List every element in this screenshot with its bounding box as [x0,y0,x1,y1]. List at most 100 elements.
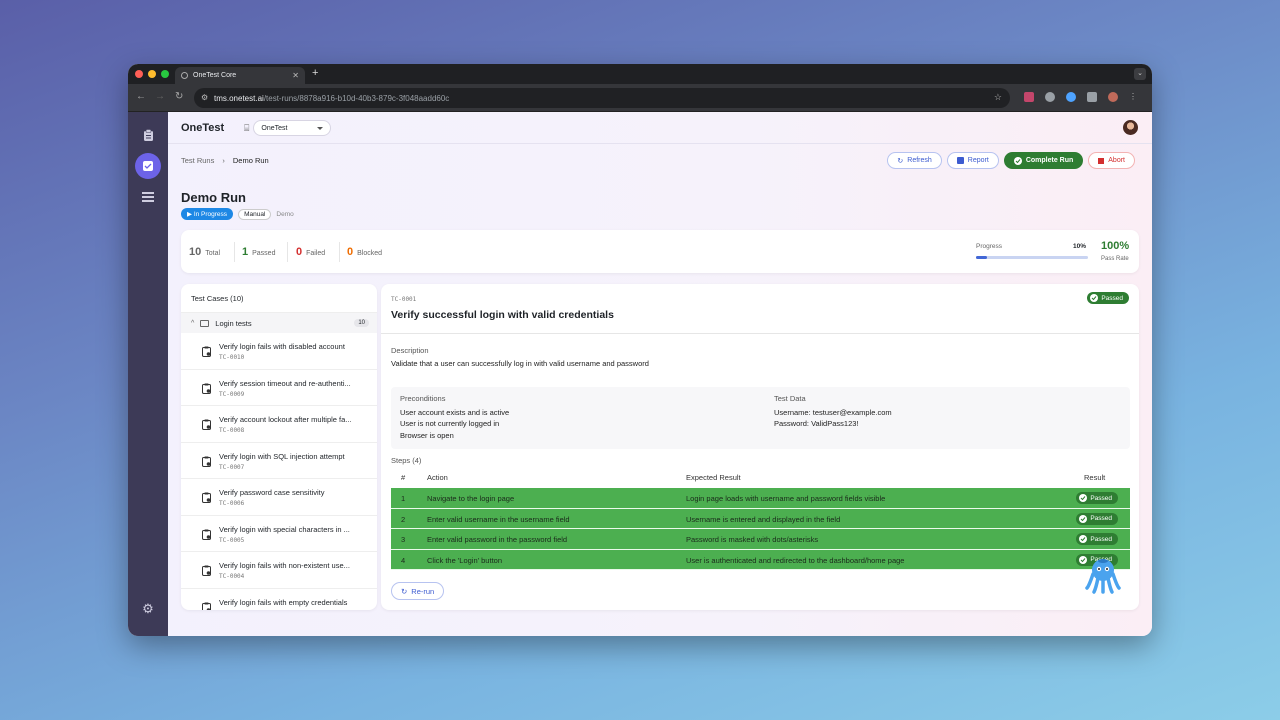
preconditions-label: Preconditions [400,394,446,403]
test-case-item-id: TC-0008 [219,427,245,434]
refresh-icon: ↻ [897,157,904,165]
test-case-list-item[interactable]: Verify login with special characters in … [181,516,377,552]
address-bar-row: ← → ↻ ⚙ tms.onetest.ai/test-runs/8878a91… [128,84,1152,112]
test-case-item-id: TC-0007 [219,463,245,471]
chevron-right-icon: › [222,156,225,165]
folder-icon [200,319,210,327]
chart-icon [956,157,964,164]
step-num: 3 [401,535,406,544]
col-expected: Expected Result [686,473,741,482]
clipboard-icon[interactable] [135,122,161,148]
report-button[interactable]: Report [946,152,999,169]
step-result-badge[interactable]: Passed [1076,512,1118,525]
extension-icon[interactable] [1024,92,1034,102]
steps-table: # Action Expected Result Result 1 Navigat… [391,470,1130,570]
puzzle-icon[interactable] [1087,92,1097,102]
step-row: 1 Navigate to the login page Login page lo… [391,488,1130,509]
kebab-menu-icon[interactable]: ⋮ [1129,92,1139,102]
check-circle-icon [1079,494,1088,502]
test-status-label: Passed [1101,294,1123,302]
progress-bar [976,256,1088,259]
progress-value: 10% [1073,243,1087,250]
test-case-list-item[interactable]: Verify account lockout after multiple fa… [181,406,377,443]
play-icon: ▶ [187,211,194,218]
back-icon[interactable]: ← [136,91,146,102]
tab-title: OneTest Core [193,72,237,79]
test-case-item-title: Verify login fails with disabled account [219,342,345,351]
test-case-list-item[interactable]: Verify login fails with empty credential… [181,589,377,611]
type-badge: Manual [238,208,272,220]
minimize-window-button[interactable] [148,70,156,78]
new-tab-button[interactable]: + [312,67,318,79]
step-action: Enter valid password in the password fie… [427,535,568,544]
settings-gear-icon[interactable]: ⚙ [135,596,161,622]
refresh-label: Refresh [907,157,932,164]
test-case-list-item[interactable]: Verify login with SQL injection attempt T… [181,443,377,479]
step-result-label: Passed [1090,535,1112,543]
step-row: 2 Enter valid username in the username fi… [391,508,1130,529]
user-avatar[interactable] [1123,120,1138,135]
stat-total-label: Total [205,250,221,257]
check-circle-icon [1079,514,1088,523]
stat-failed: 0 Failed [296,246,325,258]
bookmark-star-icon[interactable]: ☆ [994,92,1002,103]
pass-rate-label: Pass Rate [1101,256,1129,262]
project-switcher: ⌸ OneTest [244,120,332,136]
app-logo: OneTest [181,122,225,134]
test-runs-icon[interactable] [135,153,161,179]
step-result-badge[interactable]: Passed [1076,533,1118,545]
test-data-label: Test Data [774,394,806,403]
assistant-mascot-icon[interactable] [1085,556,1121,594]
complete-run-button[interactable]: Complete Run [1003,152,1084,169]
pen-extension-icon[interactable] [1045,92,1055,102]
test-case-detail: TC-0001 Verify successful login with val… [381,284,1139,610]
test-case-list-item[interactable]: Verify login fails with disabled account… [181,333,377,370]
browser-tab[interactable]: OneTest Core ✕ [175,67,305,84]
rerun-button[interactable]: ↻ Re-run [391,582,445,600]
project-select[interactable]: OneTest [253,120,332,136]
close-tab-icon[interactable]: ✕ [292,71,299,80]
test-case-icon [202,563,211,581]
breadcrumb-current: Demo Run [232,156,269,165]
abort-button[interactable]: Abort [1088,152,1135,169]
react-extension-icon[interactable] [1066,92,1076,102]
site-info-icon[interactable]: ⚙ [201,93,208,102]
test-case-icon [202,417,211,435]
test-case-item-title: Verify login with SQL injection attempt [219,451,345,461]
precondition-3: Browser is open [400,431,454,440]
close-window-button[interactable] [135,70,143,78]
project-icon: ⌸ [244,122,250,133]
test-case-list-item[interactable]: Verify session timeout and re-authenti..… [181,370,377,406]
app-header: OneTest ⌸ OneTest [168,112,1152,144]
refresh-button[interactable]: ↻ Refresh [887,152,942,169]
col-num: # [401,473,406,482]
browser-window: OneTest Core ✕ + ⌄ ← → ↻ ⚙ tms.onetest.a… [128,64,1152,636]
stat-blocked-value: 0 [347,246,354,258]
tab-search-icon[interactable]: ⌄ [1134,68,1146,80]
profile-icon[interactable] [1108,92,1118,102]
browser-tab-bar: OneTest Core ✕ + ⌄ [128,64,1152,84]
step-num: 4 [401,555,406,565]
step-result-label: Passed [1090,515,1112,522]
test-case-item-id: TC-0003 [219,610,244,611]
url-field[interactable]: ⚙ tms.onetest.ai/test-runs/8878a916-b10d… [194,88,1010,108]
maximize-window-button[interactable] [161,70,169,78]
report-label: Report [967,157,989,164]
folder-login-tests[interactable]: ^ Login tests 10 [181,313,377,333]
test-case-item-title: Verify login fails with empty credential… [219,597,348,607]
test-data-1: Username: testuser@example.com [774,408,892,417]
window-controls [135,70,169,78]
breadcrumb-test-runs[interactable]: Test Runs [181,156,214,165]
test-case-item-title: Verify account lockout after multiple fa… [219,415,352,424]
test-case-item-id: TC-0006 [219,500,245,507]
chevron-up-icon[interactable]: ^ [191,320,194,327]
progress-label: Progress [976,243,1003,250]
reload-icon[interactable]: ↻ [175,91,183,102]
forward-icon[interactable]: → [155,91,165,102]
test-case-list-item[interactable]: Verify password case sensitivity TC-0006 [181,479,377,516]
test-case-list-item[interactable]: Verify login fails with non-existent use… [181,552,377,589]
stat-passed-value: 1 [242,246,249,258]
step-result-badge[interactable]: Passed [1076,492,1118,504]
test-case-item-id: TC-0005 [219,536,245,544]
list-icon[interactable] [135,184,161,210]
